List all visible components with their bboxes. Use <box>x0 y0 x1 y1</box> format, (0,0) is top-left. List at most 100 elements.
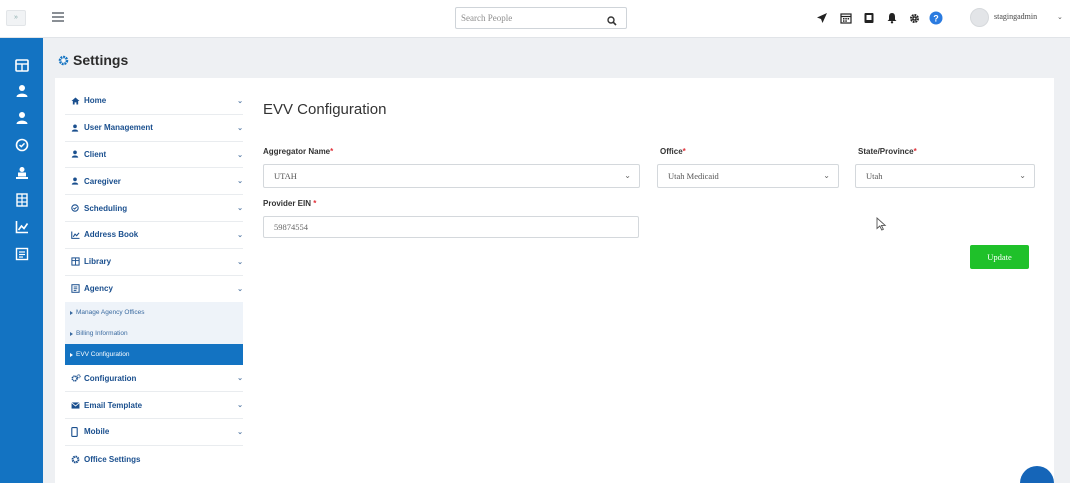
label-text: Office <box>660 147 683 156</box>
chevron-down-icon: ⌄ <box>237 428 243 436</box>
menu-item-caregiver[interactable]: Caregiver ⌄ <box>65 168 243 196</box>
state-province-select[interactable]: Utah ⌄ <box>855 164 1035 188</box>
mobile-icon <box>71 426 81 437</box>
chevron-down-icon: ⌄ <box>624 171 631 180</box>
menu-item-configuration[interactable]: Configuration ⌄ <box>65 365 243 393</box>
chart-icon <box>71 231 81 239</box>
settings-menu: Home ⌄ User Management ⌄ Client ⌄ Caregi… <box>65 88 243 473</box>
select-value: UTAH <box>274 171 297 181</box>
bell-icon[interactable] <box>885 10 899 26</box>
input-value: 59874554 <box>274 222 308 232</box>
chevron-down-icon: ⌄ <box>237 375 243 383</box>
submenu-label: Billing Information <box>76 330 128 338</box>
menu-item-label: Configuration <box>84 373 137 383</box>
caret-right-icon <box>70 310 73 315</box>
user-icon <box>71 124 81 132</box>
cogs-icon <box>71 374 81 383</box>
menu-item-label: Office Settings <box>84 454 141 464</box>
book-icon[interactable] <box>862 10 876 26</box>
submenu-label: EVV Configuration <box>76 351 130 359</box>
required-mark: * <box>330 147 334 156</box>
search-box <box>455 7 627 29</box>
label-text: Aggregator Name <box>263 147 331 156</box>
menu-item-label: Mobile <box>84 427 110 437</box>
provider-ein-label: Provider EIN * <box>263 199 316 208</box>
menu-item-user-management[interactable]: User Management ⌄ <box>65 115 243 142</box>
required-mark: * <box>313 199 317 208</box>
chevron-down-icon[interactable]: ⌄ <box>1057 13 1063 21</box>
chevron-down-icon: ⌄ <box>237 151 243 159</box>
office-select[interactable]: Utah Medicaid ⌄ <box>657 164 839 188</box>
submenu-label: Manage Agency Offices <box>76 309 145 317</box>
chevron-down-icon: ⌄ <box>237 231 243 239</box>
menu-item-label: Caregiver <box>84 176 121 186</box>
calendar-icon[interactable] <box>839 10 853 26</box>
menu-item-label: User Management <box>84 123 153 133</box>
agency-icon <box>71 284 81 294</box>
menu-item-address-book[interactable]: Address Book ⌄ <box>65 222 243 249</box>
menu-item-label: Library <box>84 257 112 267</box>
select-value: Utah <box>866 171 883 181</box>
gear-icon <box>58 55 69 65</box>
home-icon <box>71 97 81 105</box>
aggregator-name-select[interactable]: UTAH ⌄ <box>263 164 640 188</box>
update-button[interactable]: Update <box>970 245 1029 269</box>
menu-item-label: Email Template <box>84 400 143 410</box>
hamburger-menu-icon[interactable] <box>52 12 64 22</box>
label-text: State/Province <box>858 147 914 156</box>
reports-icon[interactable] <box>0 214 43 240</box>
submenu-item-billing-information[interactable]: Billing Information <box>65 323 243 344</box>
menu-item-label: Address Book <box>84 230 139 240</box>
search-input[interactable] <box>461 11 601 25</box>
avatar[interactable] <box>970 8 989 27</box>
chevron-down-icon: ⌄ <box>823 171 830 180</box>
label-text: Provider EIN <box>263 199 312 208</box>
office-label: Office* <box>660 147 686 156</box>
client-icon[interactable] <box>0 78 43 104</box>
menu-item-email-template[interactable]: Email Template ⌄ <box>65 392 243 419</box>
user-icon <box>71 150 81 159</box>
submenu-item-manage-agency-offices[interactable]: Manage Agency Offices <box>65 302 243 323</box>
menu-item-agency[interactable]: Agency ⌄ <box>65 276 243 303</box>
svg-text:?: ? <box>933 14 939 24</box>
menu-item-scheduling[interactable]: Scheduling ⌄ <box>65 195 243 222</box>
payroll-icon[interactable] <box>0 187 43 213</box>
username[interactable]: stagingadmin <box>994 12 1037 21</box>
caregiver-icon[interactable] <box>0 105 43 131</box>
state-province-label: State/Province* <box>858 147 917 156</box>
documents-icon[interactable] <box>0 241 43 267</box>
left-nav-rail <box>0 38 43 483</box>
library-icon <box>71 257 81 266</box>
menu-item-mobile[interactable]: Mobile ⌄ <box>65 419 243 446</box>
envelope-icon <box>71 401 81 409</box>
chevron-down-icon: ⌄ <box>1019 171 1026 180</box>
help-icon[interactable]: ? <box>929 10 943 26</box>
menu-item-home[interactable]: Home ⌄ <box>65 88 243 115</box>
submenu-item-evv-configuration[interactable]: EVV Configuration <box>65 344 243 366</box>
required-mark: * <box>913 147 917 156</box>
chevron-down-icon: ⌄ <box>237 402 243 410</box>
menu-item-label: Agency <box>84 284 113 294</box>
chevron-down-icon: ⌄ <box>237 258 243 266</box>
caret-right-icon <box>70 331 73 336</box>
page-title: Settings <box>73 52 129 68</box>
search-icon[interactable] <box>607 13 617 31</box>
menu-item-office-settings[interactable]: Office Settings <box>65 446 243 473</box>
aggregator-name-label: Aggregator Name* <box>263 147 333 156</box>
agency-submenu: Manage Agency Offices Billing Informatio… <box>65 302 243 366</box>
chevron-down-icon: ⌄ <box>237 285 243 293</box>
user-icon <box>71 177 81 185</box>
chevron-down-icon: ⌄ <box>237 178 243 186</box>
menu-item-client[interactable]: Client ⌄ <box>65 142 243 169</box>
menu-item-label: Scheduling <box>84 203 128 213</box>
gear-icon <box>71 455 81 464</box>
rocket-icon[interactable] <box>815 10 829 26</box>
billing-icon[interactable] <box>0 160 43 186</box>
gear-icon[interactable] <box>907 10 921 26</box>
select-value: Utah Medicaid <box>668 171 719 181</box>
logo[interactable]: » <box>6 10 26 26</box>
menu-item-library[interactable]: Library ⌄ <box>65 249 243 276</box>
scheduling-icon[interactable] <box>0 132 43 158</box>
dashboard-icon[interactable] <box>0 52 43 78</box>
provider-ein-input[interactable]: 59874554 <box>263 216 639 238</box>
